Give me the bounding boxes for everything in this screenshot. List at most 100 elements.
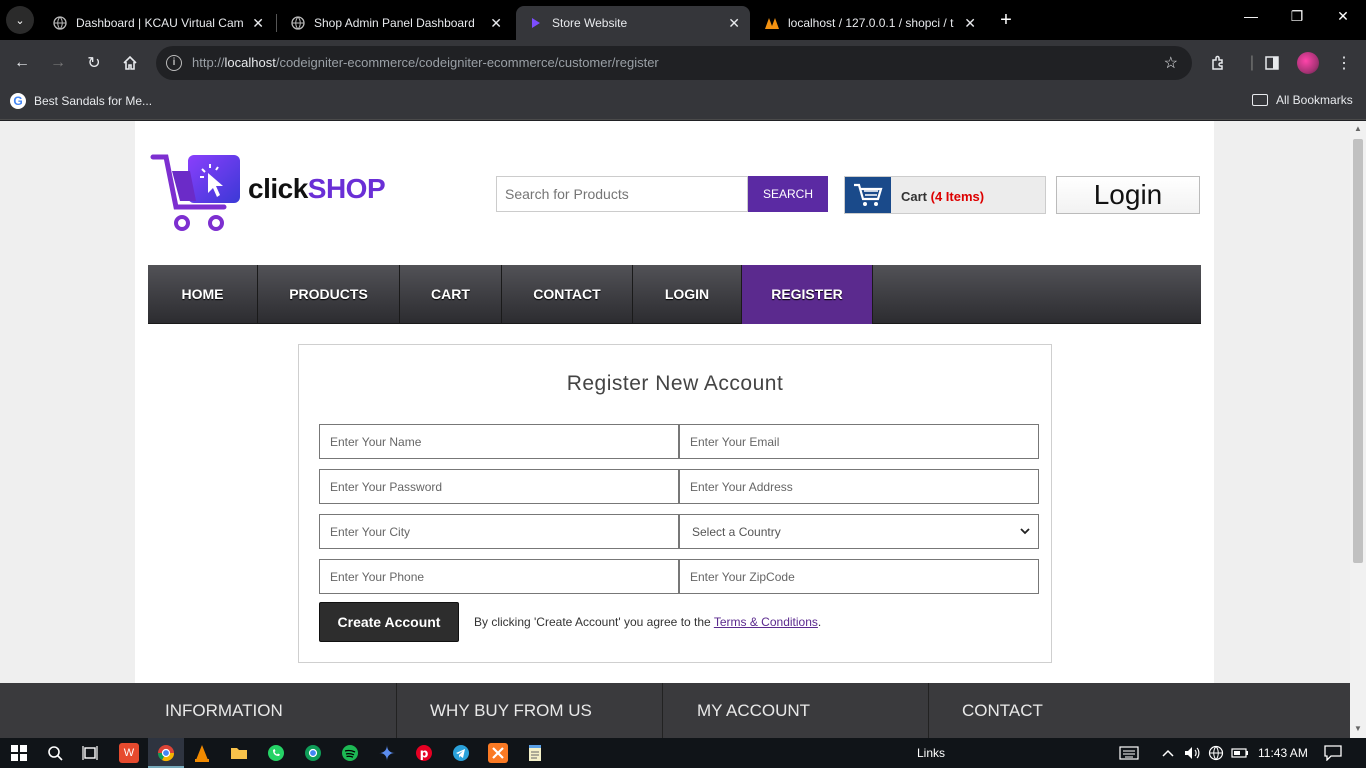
all-bookmarks-button[interactable]: All Bookmarks <box>1252 93 1353 107</box>
browser-tab-bar: ⌄ Dashboard | KCAU Virtual Camp ✕ Shop A… <box>0 0 1366 40</box>
vlc-icon[interactable] <box>192 743 212 763</box>
password-field[interactable] <box>319 469 679 504</box>
register-title: Register New Account <box>566 372 784 395</box>
page-viewport: clickSHOP SEARCH Cart (4 Items) Login HO… <box>0 121 1350 738</box>
windows-taskbar: W p Links 11:43 AM <box>0 738 1366 768</box>
site-info-icon[interactable]: i <box>166 55 182 71</box>
scroll-up-icon[interactable]: ▲ <box>1353 124 1363 133</box>
reload-icon[interactable]: ↻ <box>82 51 106 75</box>
extensions-icon[interactable] <box>1208 53 1228 73</box>
minimize-icon[interactable]: — <box>1239 8 1263 24</box>
tab-store-website[interactable]: Store Website ✕ <box>516 6 750 40</box>
close-icon[interactable]: ✕ <box>490 15 502 32</box>
globe-icon <box>290 15 306 31</box>
tab-separator <box>276 14 277 32</box>
google-icon: G <box>10 93 26 109</box>
bookmark-star-icon[interactable]: ☆ <box>1164 53 1178 73</box>
tab-search-button[interactable]: ⌄ <box>6 6 34 34</box>
network-globe-icon[interactable] <box>1206 743 1226 763</box>
search-icon[interactable] <box>45 743 65 763</box>
globe-icon <box>52 15 68 31</box>
shopping-cart-icon <box>845 177 891 213</box>
back-icon[interactable]: ← <box>10 51 34 75</box>
search-button[interactable]: SEARCH <box>748 176 828 212</box>
nav-products[interactable]: PRODUCTS <box>258 265 400 324</box>
cart-logo-icon <box>150 154 240 231</box>
telegram-icon[interactable] <box>451 743 471 763</box>
nav-register[interactable]: REGISTER <box>742 265 873 324</box>
notifications-icon[interactable] <box>1323 743 1343 763</box>
battery-icon[interactable] <box>1230 743 1250 763</box>
close-icon[interactable]: ✕ <box>252 15 264 32</box>
terms-link[interactable]: Terms & Conditions <box>714 615 818 629</box>
scrollbar-thumb[interactable] <box>1353 139 1363 563</box>
nav-login[interactable]: LOGIN <box>633 265 742 324</box>
tab-dashboard-kcau[interactable]: Dashboard | KCAU Virtual Camp ✕ <box>40 6 274 40</box>
store-logo[interactable]: clickSHOP <box>150 151 390 235</box>
phone-field[interactable] <box>319 559 679 594</box>
file-explorer-icon[interactable] <box>229 743 249 763</box>
window-close-icon[interactable]: ✕ <box>1331 8 1355 25</box>
taskbar-links[interactable]: Links <box>917 746 945 760</box>
tab-phpmyadmin[interactable]: localhost / 127.0.0.1 / shopci / t ✕ <box>752 6 986 40</box>
terms-text: By clicking 'Create Account' you agree t… <box>474 615 711 629</box>
footer-why-buy: WHY BUY FROM US <box>430 701 592 720</box>
task-view-icon[interactable] <box>80 743 100 763</box>
side-panel-icon[interactable] <box>1262 53 1282 73</box>
profile-avatar[interactable] <box>1297 52 1319 74</box>
nav-home[interactable]: HOME <box>148 265 258 324</box>
chevron-up-icon[interactable] <box>1158 743 1178 763</box>
country-select-value: Select a Country <box>692 524 781 539</box>
store-icon <box>528 15 544 31</box>
gemini-icon[interactable] <box>377 743 397 763</box>
pinterest-icon[interactable]: p <box>414 743 434 763</box>
chrome-profile-icon[interactable] <box>303 743 323 763</box>
xampp-icon[interactable] <box>488 743 508 763</box>
cart-summary[interactable]: Cart (4 Items) <box>844 176 1046 214</box>
scroll-down-icon[interactable]: ▼ <box>1353 724 1363 733</box>
cart-count: (4 Items) <box>930 189 985 204</box>
forward-icon[interactable]: → <box>46 51 70 75</box>
close-icon[interactable]: ✕ <box>964 15 976 32</box>
wps-office-icon[interactable]: W <box>119 743 139 763</box>
terms-notice: By clicking 'Create Account' you agree t… <box>474 615 821 629</box>
close-icon[interactable]: ✕ <box>728 15 740 32</box>
search-input[interactable] <box>496 176 748 212</box>
restore-icon[interactable]: ❐ <box>1285 8 1309 25</box>
more-menu-icon[interactable]: ⋮ <box>1334 53 1354 73</box>
new-tab-button[interactable]: + <box>994 8 1018 32</box>
phpmyadmin-icon <box>764 15 780 31</box>
tab-shop-admin[interactable]: Shop Admin Panel Dashboard ✕ <box>278 6 512 40</box>
svg-text:p: p <box>420 747 429 761</box>
city-field[interactable] <box>319 514 679 549</box>
nav-cart[interactable]: CART <box>400 265 502 324</box>
all-bookmarks-label: All Bookmarks <box>1276 93 1353 107</box>
country-select[interactable]: Select a Country <box>679 514 1039 549</box>
tab-title: Shop Admin Panel Dashboard <box>314 16 475 30</box>
bookmark-item[interactable]: G Best Sandals for Me... <box>10 93 152 109</box>
tab-title: Store Website <box>552 16 628 30</box>
chrome-icon[interactable] <box>156 743 176 763</box>
clock[interactable]: 11:43 AM <box>1258 746 1308 760</box>
spotify-icon[interactable] <box>340 743 360 763</box>
notepad-icon[interactable] <box>525 743 545 763</box>
windows-start-icon[interactable] <box>9 743 29 763</box>
browser-toolbar: ← → ↻ i http://localhost/codeigniter-eco… <box>0 40 1366 86</box>
footer-information: INFORMATION <box>165 701 283 720</box>
whatsapp-icon[interactable] <box>266 743 286 763</box>
footer-my-account: MY ACCOUNT <box>697 701 811 720</box>
header-login-button[interactable]: Login <box>1056 176 1200 214</box>
email-field[interactable] <box>679 424 1039 459</box>
home-icon[interactable] <box>118 51 142 75</box>
nav-contact[interactable]: CONTACT <box>502 265 633 324</box>
volume-icon[interactable] <box>1182 743 1202 763</box>
toolbar-divider: | <box>1249 54 1255 71</box>
keyboard-icon[interactable] <box>1119 743 1139 763</box>
zipcode-field[interactable] <box>679 559 1039 594</box>
create-account-button[interactable]: Create Account <box>319 602 459 642</box>
name-field[interactable] <box>319 424 679 459</box>
address-field[interactable] <box>679 469 1039 504</box>
page-scrollbar[interactable]: ▲ ▼ <box>1350 121 1366 738</box>
footer-contact: CONTACT <box>962 701 1043 720</box>
address-bar[interactable]: i http://localhost/codeigniter-ecommerce… <box>156 46 1192 80</box>
